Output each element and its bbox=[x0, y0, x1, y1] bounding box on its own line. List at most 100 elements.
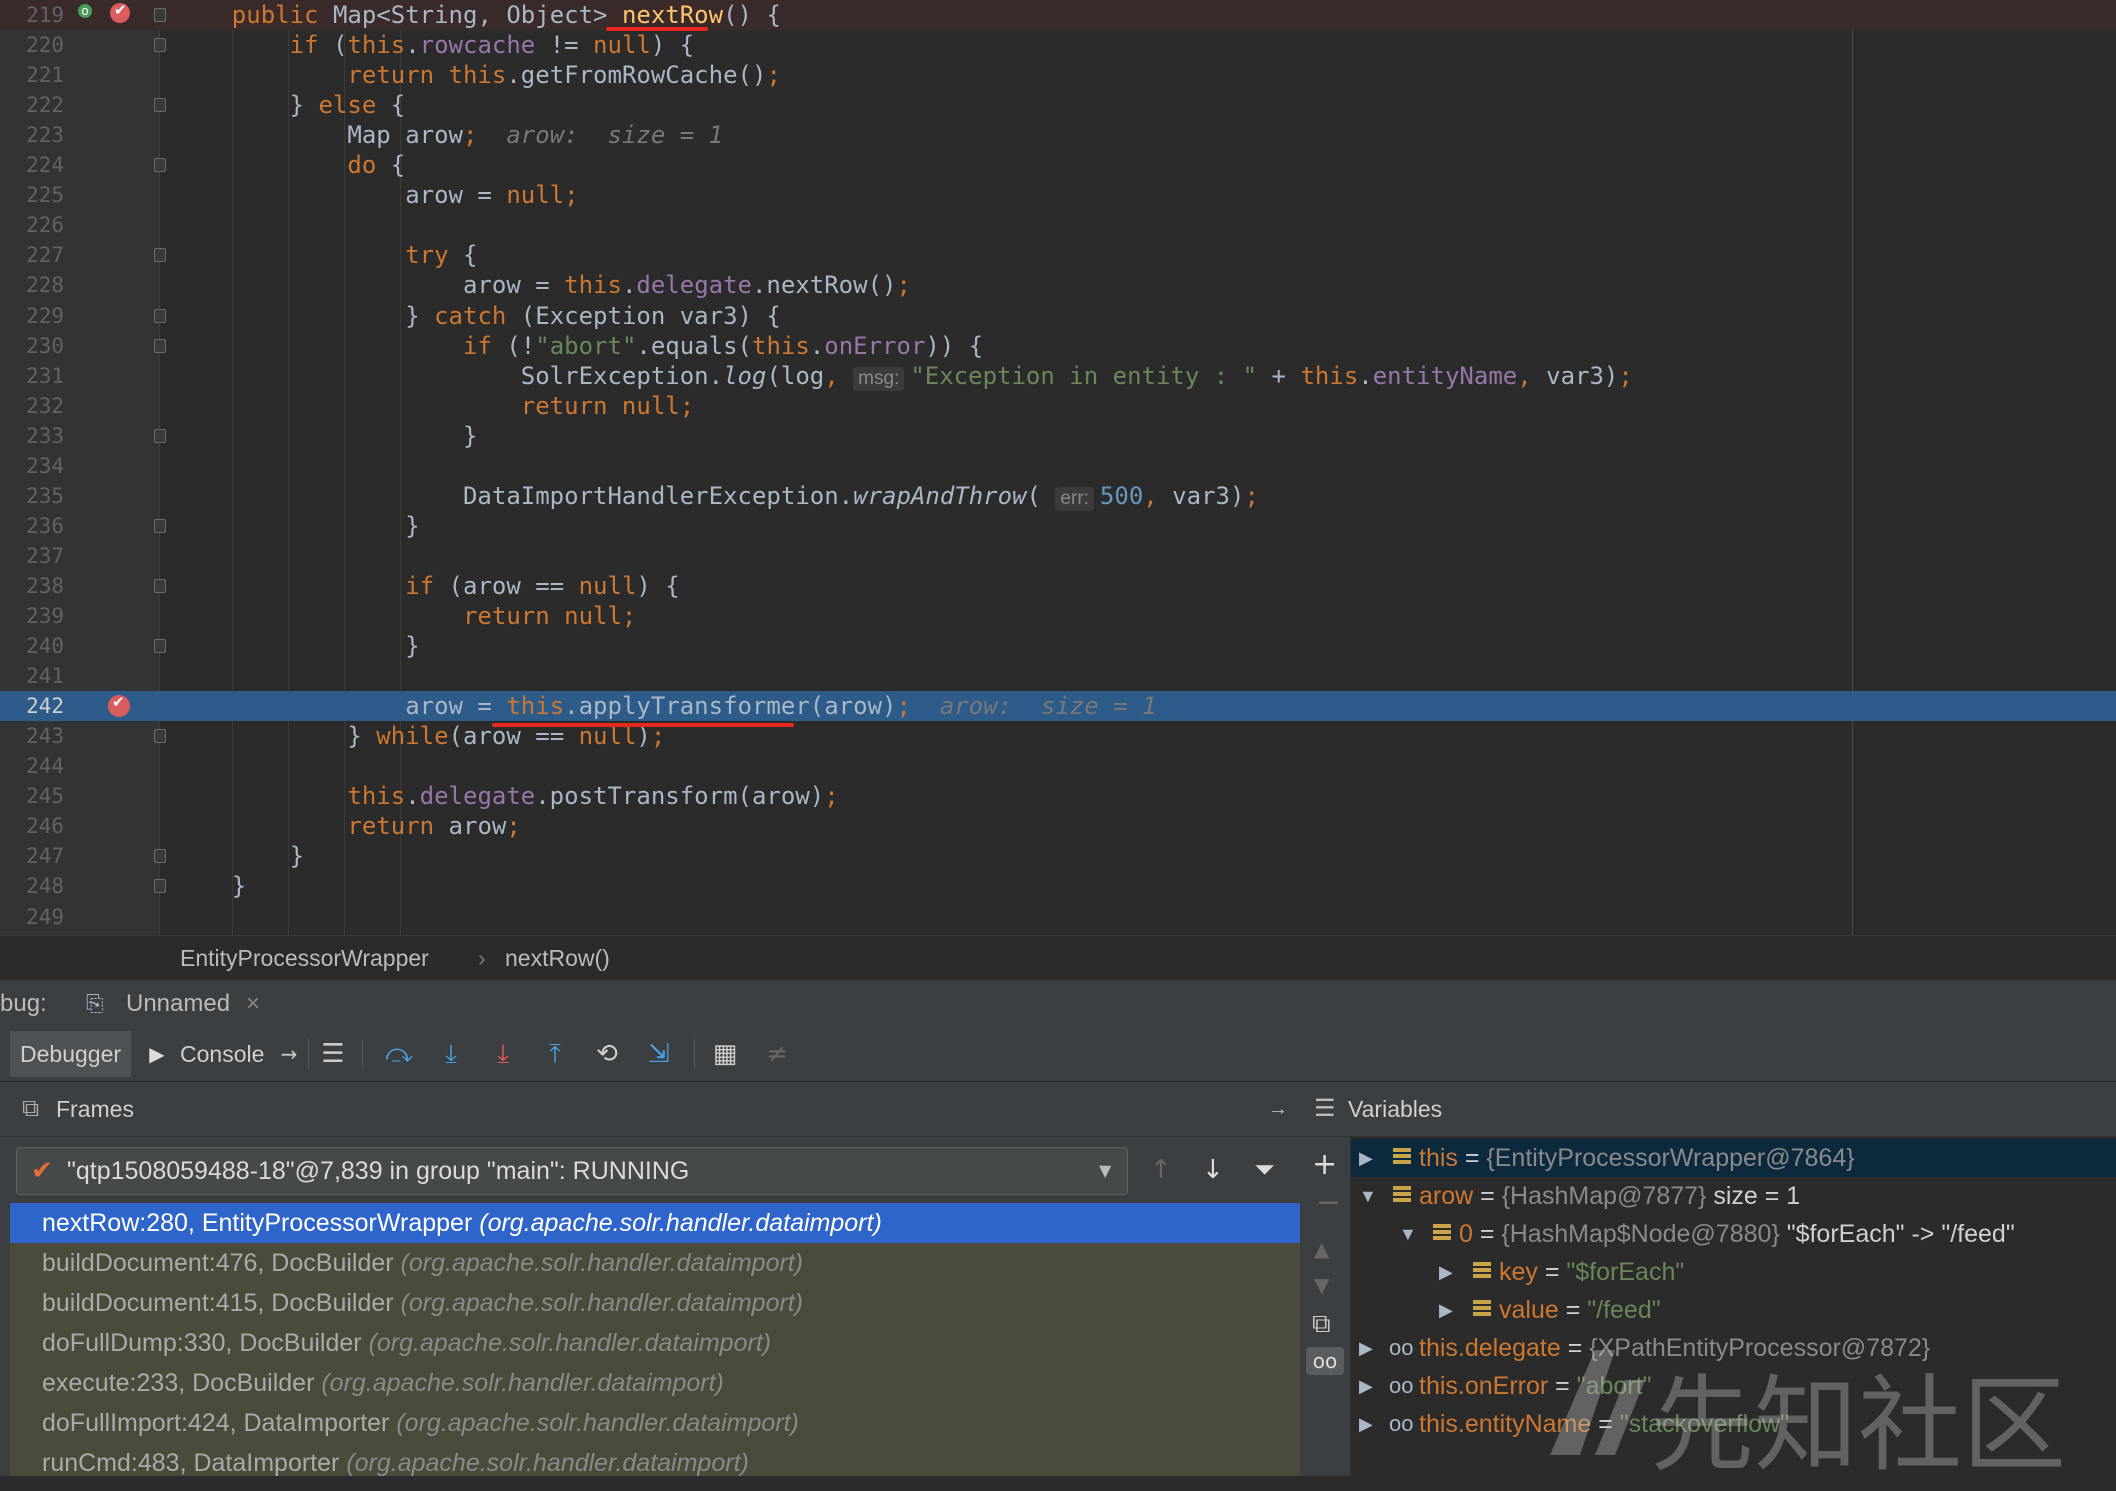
line-breakpoint-icon[interactable]: ✔ bbox=[108, 693, 130, 718]
filter-icon[interactable]: ⏷ bbox=[1254, 1147, 1275, 1193]
code-text[interactable]: if (!"abort".equals(this.onError)) { bbox=[174, 331, 983, 361]
copy-icon[interactable]: ⧉ bbox=[1312, 1309, 1331, 1340]
code-text[interactable]: return this.getFromRowCache(); bbox=[174, 60, 781, 90]
fold-marker-icon[interactable] bbox=[154, 879, 166, 894]
code-line[interactable]: 231 SolrException.log(log, msg: "Exceptio… bbox=[0, 361, 2116, 391]
code-text[interactable]: } bbox=[174, 511, 419, 541]
code-line[interactable]: 244 bbox=[0, 751, 2116, 781]
code-text[interactable]: Map arow; arow: size = 1 bbox=[174, 120, 723, 150]
tab-console[interactable]: Console bbox=[170, 1031, 274, 1077]
watches-toggle-icon[interactable]: oo bbox=[1306, 1347, 1344, 1375]
code-line[interactable]: 246 return arow; bbox=[0, 811, 2116, 841]
fold-marker-icon[interactable] bbox=[154, 8, 166, 22]
implements-method-icon[interactable]: o bbox=[78, 4, 92, 18]
code-line[interactable]: 236 } bbox=[0, 511, 2116, 541]
show-execution-point-icon[interactable]: ☰ bbox=[316, 1037, 350, 1071]
code-text[interactable]: } else { bbox=[174, 90, 406, 120]
code-line[interactable]: 249 bbox=[0, 902, 2116, 932]
code-line[interactable]: 227 try { bbox=[0, 240, 2116, 270]
code-line[interactable]: 233 } bbox=[0, 421, 2116, 451]
expand-arrow-icon[interactable]: ▶ bbox=[1439, 1291, 1453, 1329]
code-text[interactable]: arow = this.delegate.nextRow(); bbox=[174, 270, 911, 300]
fold-marker-icon[interactable] bbox=[154, 38, 166, 53]
code-text[interactable]: return null; bbox=[174, 391, 694, 421]
frame-row[interactable]: execute:233, DocBuilder (org.apache.solr… bbox=[10, 1363, 1300, 1403]
move-up-icon[interactable]: ▲ bbox=[1314, 1237, 1329, 1261]
move-down-icon[interactable]: ▼ bbox=[1314, 1273, 1329, 1297]
code-line[interactable]: 223 Map arow; arow: size = 1 bbox=[0, 120, 2116, 150]
variable-row[interactable]: ▶ key = "$forEach" bbox=[1351, 1253, 2116, 1291]
code-text[interactable]: SolrException.log(log, msg: "Exception in… bbox=[174, 361, 1633, 391]
code-text[interactable]: } bbox=[174, 421, 477, 451]
code-line[interactable]: 240 } bbox=[0, 631, 2116, 661]
code-line[interactable]: 234 bbox=[0, 451, 2116, 481]
tab-debugger[interactable]: Debugger bbox=[10, 1031, 132, 1077]
code-text[interactable]: DataImportHandlerException.wrapAndThrow(… bbox=[174, 481, 1259, 511]
code-line[interactable]: 241 bbox=[0, 661, 2116, 691]
code-editor[interactable]: 219 o ✔ public Map<String, Object> nextRow… bbox=[0, 0, 2116, 935]
expand-arrow-icon[interactable]: ▶ bbox=[1439, 1253, 1453, 1291]
code-text[interactable]: return null; bbox=[174, 601, 636, 631]
step-over-icon[interactable]: ⤼ bbox=[382, 1037, 416, 1071]
code-line[interactable]: 238 if (arow == null) { bbox=[0, 571, 2116, 601]
code-text[interactable]: arow = this.applyTransformer(arow); arow… bbox=[174, 691, 1156, 721]
code-text[interactable]: if (this.rowcache != null) { bbox=[174, 30, 695, 60]
code-line[interactable]: 220 if (this.rowcache != null) { bbox=[0, 30, 2116, 60]
expand-arrow-icon[interactable]: ▶ bbox=[1359, 1139, 1373, 1177]
code-text[interactable]: } bbox=[174, 841, 304, 871]
code-line[interactable]: 245 this.delegate.postTransform(arow); bbox=[0, 781, 2116, 811]
collapse-arrow-icon[interactable]: ▼ bbox=[1359, 1177, 1377, 1215]
session-tab-unnamed[interactable]: Unnamed bbox=[126, 980, 230, 1028]
code-line[interactable]: 235 DataImportHandlerException.wrapAndTh… bbox=[0, 481, 2116, 511]
breadcrumb-method[interactable]: nextRow() bbox=[505, 936, 610, 980]
fold-marker-icon[interactable] bbox=[154, 158, 166, 173]
code-text[interactable]: } bbox=[174, 871, 246, 901]
expand-arrow-icon[interactable]: ▶ bbox=[1359, 1367, 1373, 1405]
code-line[interactable]: 237 bbox=[0, 541, 2116, 571]
fold-marker-icon[interactable] bbox=[154, 308, 166, 323]
expand-arrow-icon[interactable]: ▶ bbox=[1359, 1329, 1373, 1367]
frame-row[interactable]: doFullImport:424, DataImporter (org.apac… bbox=[10, 1403, 1300, 1443]
code-line[interactable]: 248 } bbox=[0, 871, 2116, 901]
code-line[interactable]: 219 o ✔ public Map<String, Object> nextRow… bbox=[0, 0, 2116, 30]
fold-marker-icon[interactable] bbox=[154, 248, 166, 263]
collapse-arrow-icon[interactable]: ▼ bbox=[1399, 1215, 1417, 1253]
fold-marker-icon[interactable] bbox=[154, 578, 166, 593]
add-watch-icon[interactable]: + bbox=[1312, 1147, 1337, 1182]
frame-row[interactable]: doFullDump:330, DocBuilder (org.apache.s… bbox=[10, 1323, 1300, 1363]
code-text[interactable]: public Map<String, Object> nextRow() { bbox=[174, 0, 781, 30]
code-line[interactable]: 229 } catch (Exception var3) { bbox=[0, 301, 2116, 331]
code-line[interactable]: 221 return this.getFromRowCache(); bbox=[0, 60, 2116, 90]
code-line[interactable]: 232 return null; bbox=[0, 391, 2116, 421]
fold-marker-icon[interactable] bbox=[154, 849, 166, 864]
code-text[interactable]: arow = null; bbox=[174, 180, 578, 210]
chevron-down-icon[interactable]: ▼ bbox=[1099, 1148, 1111, 1194]
code-line[interactable]: 230 if (!"abort".equals(this.onError)) { bbox=[0, 331, 2116, 361]
code-line[interactable]: 247 } bbox=[0, 841, 2116, 871]
code-line[interactable]: 224 do { bbox=[0, 150, 2116, 180]
frame-row[interactable]: buildDocument:415, DocBuilder (org.apach… bbox=[10, 1283, 1300, 1323]
evaluate-expression-icon[interactable]: ▦ bbox=[708, 1037, 742, 1071]
thread-selector[interactable]: ✔ "qtp1508059488-18"@7,839 in group "mai… bbox=[16, 1147, 1128, 1195]
fold-marker-icon[interactable] bbox=[154, 518, 166, 533]
step-out-icon[interactable]: ⤒ bbox=[538, 1037, 572, 1071]
code-line[interactable]: 226 bbox=[0, 210, 2116, 240]
fold-marker-icon[interactable] bbox=[154, 428, 166, 443]
pin-arrow-icon[interactable]: → bbox=[272, 1037, 306, 1071]
fold-marker-icon[interactable] bbox=[154, 98, 166, 113]
fold-marker-icon[interactable] bbox=[154, 338, 166, 353]
run-to-cursor-icon[interactable]: ⇲ bbox=[642, 1037, 676, 1071]
code-text[interactable]: return arow; bbox=[174, 811, 520, 841]
code-line[interactable]: 243 } while(arow == null); bbox=[0, 721, 2116, 751]
force-step-into-icon[interactable]: ⤓ bbox=[486, 1037, 520, 1071]
code-text[interactable]: do { bbox=[174, 150, 405, 180]
trace-icon[interactable]: ≠ bbox=[760, 1037, 794, 1071]
code-line[interactable]: 228 arow = this.delegate.nextRow(); bbox=[0, 270, 2116, 300]
variable-row[interactable]: ▼ arow = {HashMap@7877} size = 1 bbox=[1351, 1177, 2116, 1215]
fold-marker-icon[interactable] bbox=[154, 639, 166, 654]
code-text[interactable]: try { bbox=[174, 240, 477, 270]
code-text[interactable]: } bbox=[174, 631, 419, 661]
code-line[interactable]: 222 } else { bbox=[0, 90, 2116, 120]
variable-row[interactable]: ▶ this = {EntityProcessorWrapper@7864} bbox=[1351, 1139, 2116, 1177]
frame-row[interactable]: nextRow:280, EntityProcessorWrapper (org… bbox=[10, 1203, 1300, 1243]
